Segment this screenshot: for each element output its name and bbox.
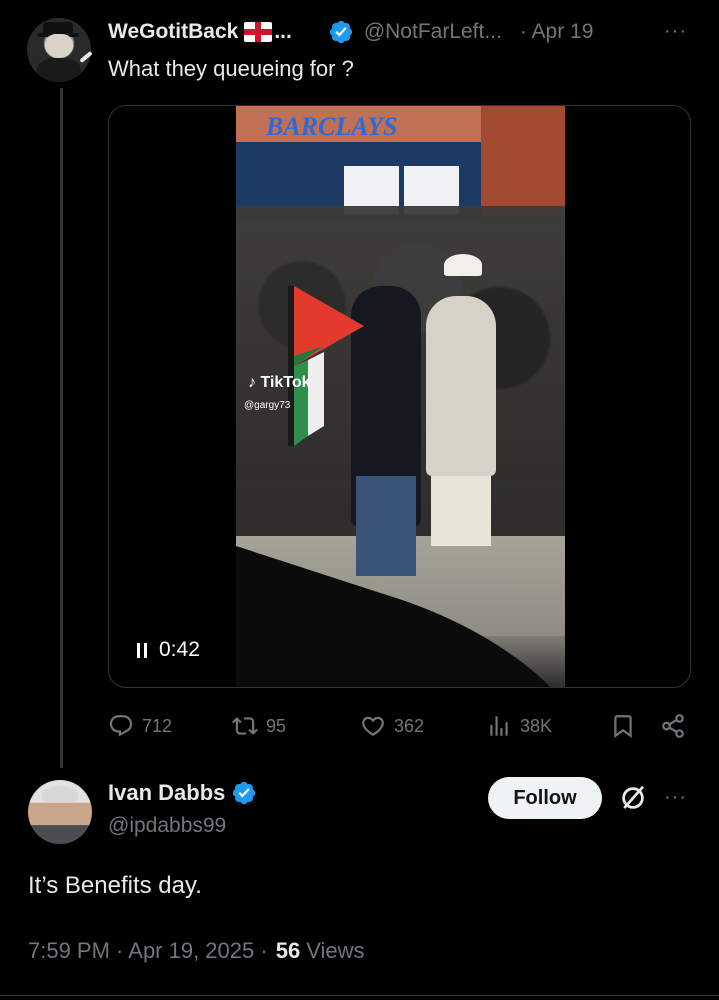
parent-handle[interactable]: @NotFarLeft... — [364, 20, 502, 44]
verified-badge-icon[interactable] — [231, 780, 257, 806]
repost-icon — [232, 717, 258, 735]
reply-metadata: 7:59 PM · Apr 19, 2025 · 56 Views — [28, 938, 364, 964]
repost-count: 95 — [266, 715, 287, 736]
reply-timestamp[interactable]: 7:59 PM · Apr 19, 2025 · — [28, 938, 268, 964]
reply-name-row: Ivan Dabbs — [108, 780, 257, 806]
baseball-cap-shape — [42, 786, 78, 802]
reply-views-label: Views — [306, 938, 365, 963]
reply-button[interactable]: 712 — [108, 706, 172, 746]
tweet-action-bar: 712 95 362 38K — [108, 706, 691, 746]
bookmark-button[interactable] — [610, 706, 644, 746]
follow-button[interactable]: Follow — [488, 777, 602, 819]
reply-count: 712 — [142, 715, 173, 736]
person-jeans — [356, 476, 416, 576]
name-truncation: ... — [274, 20, 292, 43]
video-time: 0:42 — [159, 638, 200, 661]
person-white-robe — [431, 476, 491, 546]
england-flag-icon — [244, 22, 273, 42]
tiktok-watermark-handle: @gargy73 — [244, 400, 291, 411]
thread-connector-line — [60, 88, 63, 768]
person-white-vest — [426, 296, 496, 476]
top-hat-shape — [37, 22, 79, 37]
pause-icon[interactable] — [137, 642, 147, 658]
reply-avatar[interactable] — [28, 780, 92, 844]
reply-views-count: 56 — [275, 938, 301, 963]
video-player[interactable]: BARCLAYS ♪ TikTok @gargy73 0:42 — [108, 105, 691, 688]
analytics-icon — [490, 716, 508, 736]
parent-date[interactable]: · Apr 19 — [520, 20, 594, 44]
video-frame[interactable]: BARCLAYS ♪ TikTok @gargy73 — [236, 106, 565, 687]
reply-handle[interactable]: @ipdabbs99 — [108, 814, 226, 838]
reply-more-icon[interactable]: ··· — [664, 786, 687, 809]
palestinian-flag-icon — [288, 286, 364, 446]
divider — [0, 995, 719, 996]
reply-icon — [109, 715, 133, 737]
bookmark-icon — [614, 715, 632, 738]
share-icon — [662, 714, 684, 738]
share-button[interactable] — [660, 706, 694, 746]
like-button[interactable]: 362 — [360, 706, 424, 746]
tiktok-watermark: ♪ TikTok — [248, 374, 311, 392]
views-button[interactable]: 38K — [486, 706, 552, 746]
grok-icon[interactable] — [618, 783, 648, 813]
views-count: 38K — [520, 715, 553, 736]
bulldog-face-shape — [45, 34, 73, 58]
reply-tweet-text: It’s Benefits day. — [28, 872, 202, 899]
verified-badge-icon[interactable] — [328, 19, 354, 45]
heart-icon — [362, 716, 384, 736]
person-white-cap — [444, 254, 482, 276]
parent-more-icon[interactable]: ··· — [664, 20, 687, 43]
parent-tweet-text: What they queueing for ? — [108, 56, 354, 81]
bank-sign-text: BARCLAYS — [266, 112, 398, 141]
like-count: 362 — [394, 715, 425, 736]
tiktok-logo-icon: ♪ — [248, 374, 256, 391]
parent-tweet-header: WeGotitBack ... @NotFarLeft... · Apr 19 — [108, 16, 593, 48]
reply-display-name[interactable]: Ivan Dabbs — [108, 780, 225, 806]
suit-shape — [37, 58, 81, 82]
repost-button[interactable]: 95 — [232, 706, 286, 746]
video-playback-status[interactable]: 0:42 — [137, 638, 200, 662]
parent-avatar[interactable] — [27, 18, 91, 82]
tiktok-watermark-label: TikTok — [260, 374, 311, 391]
brick-wall — [481, 106, 565, 216]
parent-display-name[interactable]: WeGotitBack — [108, 20, 238, 44]
